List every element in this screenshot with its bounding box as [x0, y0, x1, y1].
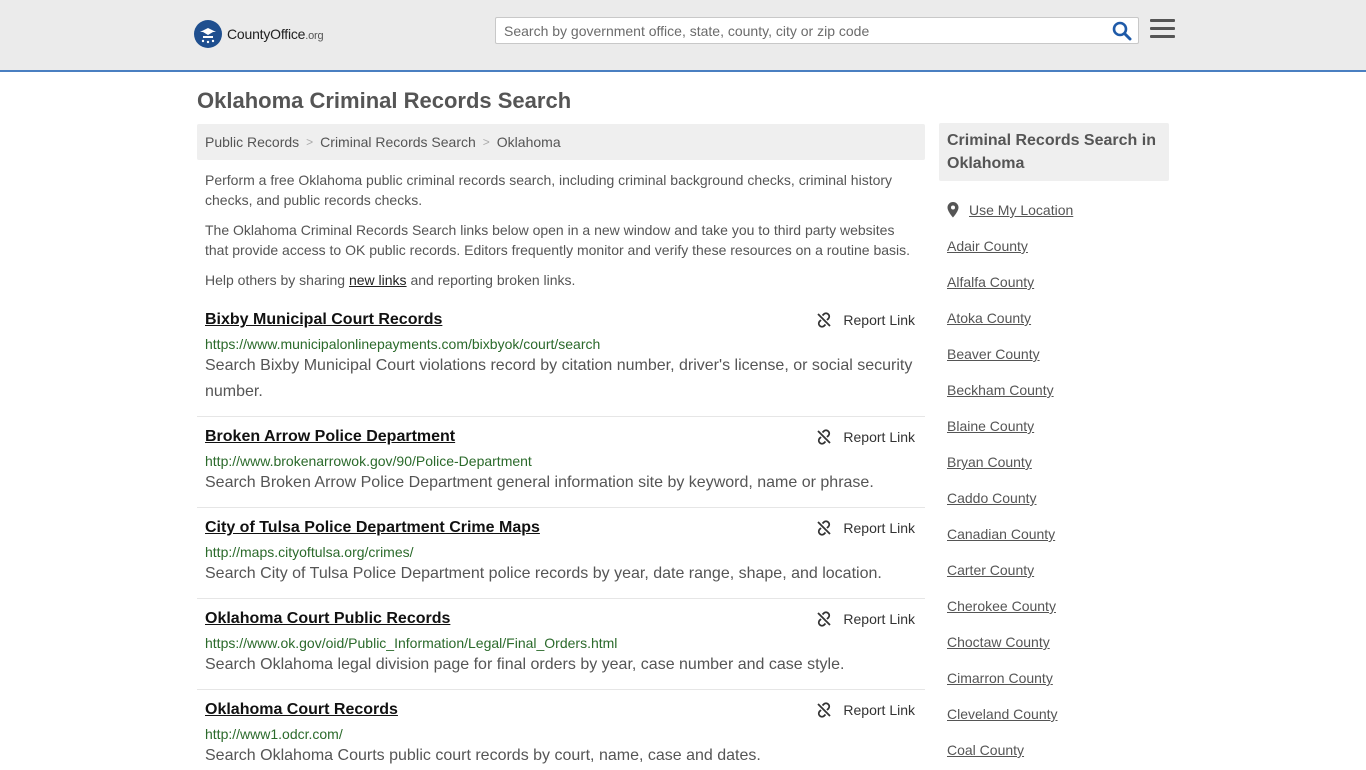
- search-icon: [1112, 21, 1132, 41]
- report-link-label: Report Link: [843, 312, 915, 328]
- list-item: Beaver County: [947, 346, 1040, 362]
- list-item: Carter County: [947, 562, 1034, 578]
- list-item: Adair County: [947, 238, 1028, 254]
- help-paragraph: Help others by sharing new links and rep…: [205, 270, 917, 290]
- sidebar-heading: Criminal Records Search in Oklahoma: [939, 123, 1169, 181]
- county-link[interactable]: Atoka County: [947, 310, 1031, 326]
- list-item: Coal County: [947, 742, 1024, 758]
- county-link[interactable]: Blaine County: [947, 418, 1034, 434]
- county-link[interactable]: Adair County: [947, 238, 1028, 254]
- county-link[interactable]: Cherokee County: [947, 598, 1056, 614]
- result-description: Search Bixby Municipal Court violations …: [205, 357, 913, 400]
- result-title-link[interactable]: Bixby Municipal Court Records: [205, 310, 442, 330]
- broken-link-icon: [817, 312, 832, 328]
- list-item: Beckham County: [947, 382, 1054, 398]
- report-link-button[interactable]: Report Link: [816, 611, 915, 627]
- breadcrumb: Public Records > Criminal Records Search…: [197, 124, 925, 160]
- list-item: Alfalfa County: [947, 274, 1034, 290]
- map-pin-icon: [947, 202, 959, 218]
- report-link-button[interactable]: Report Link: [816, 520, 915, 536]
- sidebar: Criminal Records Search in Oklahoma Use …: [939, 123, 1169, 758]
- site-header: CountyOffice.org: [0, 0, 1366, 72]
- list-item: Choctaw County: [947, 634, 1050, 650]
- result-description: Search Broken Arrow Police Department ge…: [205, 474, 874, 491]
- hamburger-menu-icon[interactable]: [1150, 19, 1175, 41]
- breadcrumb-public-records[interactable]: Public Records: [205, 134, 299, 150]
- breadcrumb-oklahoma[interactable]: Oklahoma: [497, 134, 561, 150]
- breadcrumb-separator: >: [306, 135, 314, 149]
- report-link-label: Report Link: [843, 429, 915, 445]
- search-button[interactable]: [1112, 21, 1132, 41]
- site-logo[interactable]: CountyOffice.org: [194, 20, 324, 48]
- county-link[interactable]: Carter County: [947, 562, 1034, 578]
- search-input[interactable]: [504, 18, 1104, 43]
- county-link[interactable]: Beaver County: [947, 346, 1040, 362]
- county-link[interactable]: Beckham County: [947, 382, 1054, 398]
- county-link[interactable]: Cimarron County: [947, 670, 1053, 686]
- broken-link-icon: [817, 702, 832, 718]
- result-url: http://www.brokenarrowok.gov/90/Police-D…: [205, 453, 532, 469]
- result-url: http://www1.odcr.com/: [205, 726, 343, 742]
- county-link[interactable]: Caddo County: [947, 490, 1037, 506]
- result-title-link[interactable]: Oklahoma Court Records: [205, 700, 398, 720]
- list-item: Bryan County: [947, 454, 1032, 470]
- use-my-location: Use My Location: [947, 202, 1073, 218]
- report-link-label: Report Link: [843, 702, 915, 718]
- broken-link-icon: [817, 520, 832, 536]
- result-item: Broken Arrow Police Department Report Li…: [197, 417, 925, 508]
- county-link[interactable]: Canadian County: [947, 526, 1055, 542]
- result-url: https://www.municipalonlinepayments.com/…: [205, 336, 601, 352]
- report-link-label: Report Link: [843, 520, 915, 536]
- report-link-button[interactable]: Report Link: [816, 702, 915, 718]
- result-item: Oklahoma Court Public Records Report Lin…: [197, 599, 925, 690]
- result-item: City of Tulsa Police Department Crime Ma…: [197, 508, 925, 599]
- result-description: Search Oklahoma legal division page for …: [205, 656, 845, 673]
- logo-text: CountyOffice.org: [227, 26, 324, 42]
- result-item: Oklahoma Court Records Report Link http:…: [197, 690, 925, 770]
- result-description: Search Oklahoma Courts public court reco…: [205, 747, 761, 764]
- list-item: Atoka County: [947, 310, 1031, 326]
- page-title: Oklahoma Criminal Records Search: [197, 88, 572, 113]
- results-list: Bixby Municipal Court Records Report Lin…: [197, 300, 925, 770]
- result-item: Bixby Municipal Court Records Report Lin…: [197, 300, 925, 417]
- help-prefix: Help others by sharing: [205, 272, 349, 288]
- broken-link-icon: [817, 611, 832, 627]
- search-box: [495, 17, 1139, 44]
- result-title-link[interactable]: Oklahoma Court Public Records: [205, 609, 450, 629]
- seal-icon: [194, 20, 222, 48]
- list-item: Cleveland County: [947, 706, 1058, 722]
- county-link[interactable]: Alfalfa County: [947, 274, 1034, 290]
- result-title-link[interactable]: City of Tulsa Police Department Crime Ma…: [205, 518, 540, 538]
- result-url: https://www.ok.gov/oid/Public_Informatio…: [205, 635, 618, 651]
- county-link[interactable]: Choctaw County: [947, 634, 1050, 650]
- logo-name: CountyOffice: [227, 26, 306, 42]
- intro-paragraph-1: Perform a free Oklahoma public criminal …: [205, 172, 893, 208]
- list-item: Canadian County: [947, 526, 1055, 542]
- county-link[interactable]: Coal County: [947, 742, 1024, 758]
- list-item: Cherokee County: [947, 598, 1056, 614]
- broken-link-icon: [817, 429, 832, 445]
- report-link-button[interactable]: Report Link: [816, 312, 915, 328]
- result-url: http://maps.cityoftulsa.org/crimes/: [205, 544, 414, 560]
- list-item: Blaine County: [947, 418, 1034, 434]
- intro-paragraph-2: The Oklahoma Criminal Records Search lin…: [205, 222, 911, 258]
- breadcrumb-criminal-records-search[interactable]: Criminal Records Search: [320, 134, 476, 150]
- help-suffix: and reporting broken links.: [406, 272, 576, 288]
- report-link-button[interactable]: Report Link: [816, 429, 915, 445]
- list-item: Caddo County: [947, 490, 1037, 506]
- new-links-link[interactable]: new links: [349, 272, 407, 288]
- county-link[interactable]: Cleveland County: [947, 706, 1058, 722]
- logo-tld: .org: [305, 30, 324, 42]
- breadcrumb-separator: >: [482, 135, 490, 149]
- county-link[interactable]: Bryan County: [947, 454, 1032, 470]
- list-item: Cimarron County: [947, 670, 1053, 686]
- result-description: Search City of Tulsa Police Department p…: [205, 565, 882, 582]
- use-my-location-link[interactable]: Use My Location: [969, 202, 1073, 218]
- report-link-label: Report Link: [843, 611, 915, 627]
- result-title-link[interactable]: Broken Arrow Police Department: [205, 427, 455, 447]
